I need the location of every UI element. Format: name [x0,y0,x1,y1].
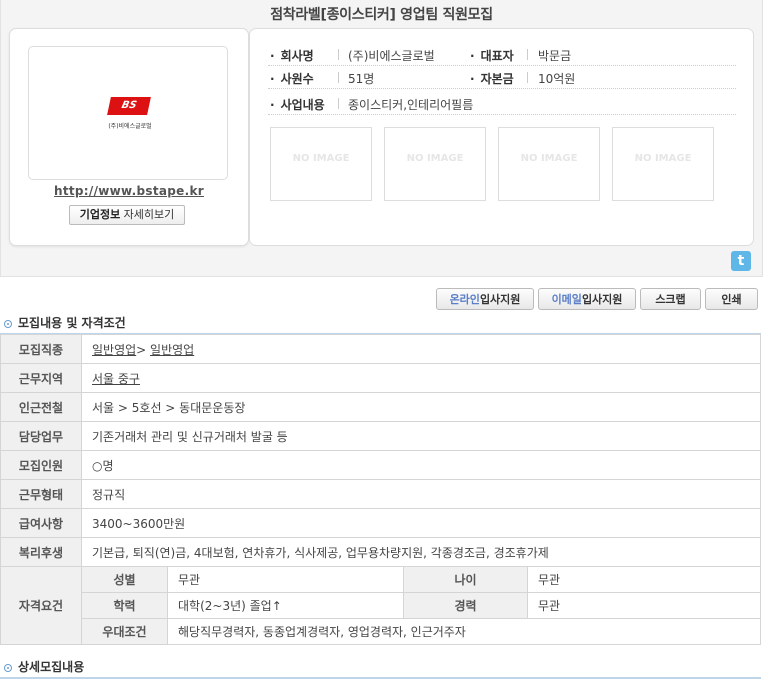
education-label: 학력 [81,592,168,619]
online-apply-button[interactable]: 온라인입사지원 [436,288,534,310]
print-button[interactable]: 인쇄 [705,288,758,310]
divider [527,72,528,83]
business-label: 사업내용 [270,96,325,113]
table-row: 인근전철 서울 > 5호선 > 동대문운동장 [0,392,761,422]
info-row-business: 사업내용 종이스티커,인테리어필름 [268,92,736,115]
table-row: 모집직종 일반영업> 일반영업 [0,334,761,364]
employees-label: 사원수 [270,70,314,87]
row-label: 복리후생 [0,537,82,567]
detail-title-text: 상세모집내용 [18,660,85,674]
company-name-label: 회사명 [270,47,314,64]
row-label: 인근전철 [0,392,82,422]
job-subcategory-link[interactable]: 일반영업 [150,343,194,357]
preference-value: 해당직무경력자, 동종업계경력자, 영업경력자, 인근거주자 [167,618,761,645]
job-category-separator: > [136,342,151,357]
duty-value: 기존거래처 관리 및 신규거래처 발굴 등 [81,421,761,451]
location-link[interactable]: 서울 중구 [92,372,140,386]
business-value: 종이스티커,인테리어필름 [348,98,474,112]
no-image-placeholder: NO IMAGE [384,127,486,201]
table-row: 근무형태 정규직 [0,479,761,509]
detail-button-rest: 자세히보기 [120,208,175,221]
detail-section-title: 상세모집내용 [4,658,84,675]
ceo-label: 대표자 [470,47,514,64]
requirements-table: 모집직종 일반영업> 일반영업 근무지역 서울 중구 인근전철 서울 > 5호선… [0,334,761,645]
row-label: 모집인원 [0,450,82,480]
no-image-placeholder: NO IMAGE [270,127,372,201]
company-info-panel: 회사명 (주)비에스글로벌 대표자 박문금 사원수 51명 자본금 10억원 사… [249,28,754,246]
age-label: 나이 [403,566,528,593]
info-row-employees: 사원수 51명 자본금 10억원 [268,66,736,89]
section-divider [0,677,761,679]
company-logo: BS (주)비에스글로벌 [28,46,228,180]
page-title: 점착라벨[종이스티커] 영업팀 직원모집 [270,7,493,23]
location-cell: 서울 중구 [81,363,761,393]
row-label: 모집직종 [0,334,82,364]
station-value: 서울 > 5호선 > 동대문운동장 [81,392,761,422]
no-image-placeholder: NO IMAGE [498,127,600,201]
online-apply-rest: 입사지원 [479,293,521,306]
table-row: 우대조건 해당직무경력자, 동종업계경력자, 영업경력자, 인근거주자 [1,618,761,645]
experience-value: 무관 [527,592,761,619]
divider [338,49,339,60]
divider [338,98,339,109]
divider [338,72,339,83]
gender-label: 성별 [81,566,168,593]
company-logo-panel: BS (주)비에스글로벌 http://www.bstape.kr 기업정보 자… [9,28,249,246]
email-apply-highlight: 이메일 [551,293,582,306]
logo-mark: BS [107,97,151,115]
job-category-link[interactable]: 일반영업 [92,343,136,357]
logo-text: (주)비에스글로벌 [108,123,152,130]
table-row: 자격요건 성별 무관 나이 무관 [0,566,761,645]
capital-value: 10억원 [538,72,576,86]
capital-label: 자본금 [470,70,514,87]
scrap-button[interactable]: 스크랩 [640,288,701,310]
salary-value: 3400~3600만원 [81,508,761,538]
requirements-section-title: 모집내용 및 자격조건 [4,314,126,331]
requirements-title-text: 모집내용 및 자격조건 [18,316,126,330]
twitter-icon[interactable]: t [731,251,751,271]
gender-value: 무관 [167,566,404,593]
headcount-value: ○명 [81,450,761,480]
email-apply-button[interactable]: 이메일입사지원 [538,288,636,310]
email-apply-rest: 입사지원 [581,293,623,306]
table-row: 담당업무 기존거래처 관리 및 신규거래처 발굴 등 [0,421,761,451]
table-row: 급여사항 3400~3600만원 [0,508,761,538]
ceo-value: 박문금 [538,49,572,63]
table-row: 복리후생 기본급, 퇴직(연)금, 4대보험, 연차휴가, 식사제공, 업무용차… [0,537,761,567]
company-detail-button[interactable]: 기업정보 자세히보기 [69,205,185,225]
homepage-link[interactable]: http://www.bstape.kr [10,184,248,198]
employment-type-value: 정규직 [81,479,761,509]
row-label: 근무지역 [0,363,82,393]
row-label: 자격요건 [0,566,82,645]
table-row: 학력 대학(2~3년) 졸업↑ 경력 무관 [1,592,761,619]
table-row: 모집인원 ○명 [0,450,761,480]
online-apply-highlight: 온라인 [449,293,480,306]
experience-label: 경력 [403,592,528,619]
row-label: 근무형태 [0,479,82,509]
welfare-value: 기본급, 퇴직(연)금, 4대보험, 연차휴가, 식사제공, 업무용차량지원, … [81,537,761,567]
company-summary-area: 점착라벨[종이스티커] 영업팀 직원모집 BS (주)비에스글로벌 http:/… [0,0,763,277]
no-image-placeholder: NO IMAGE [612,127,714,201]
info-row-name: 회사명 (주)비에스글로벌 대표자 박문금 [268,43,736,66]
employees-value: 51명 [348,72,375,86]
preference-label: 우대조건 [81,618,168,645]
row-label: 급여사항 [0,508,82,538]
age-value: 무관 [527,566,761,593]
table-row: 근무지역 서울 중구 [0,363,761,393]
row-label: 담당업무 [0,421,82,451]
divider [527,49,528,60]
job-category-cell: 일반영업> 일반영업 [81,334,761,364]
detail-button-bold: 기업정보 [79,208,121,221]
section-bullet-icon [4,320,12,328]
education-value: 대학(2~3년) 졸업↑ [167,592,404,619]
section-bullet-icon [4,664,12,672]
company-name-value: (주)비에스글로벌 [348,49,435,63]
